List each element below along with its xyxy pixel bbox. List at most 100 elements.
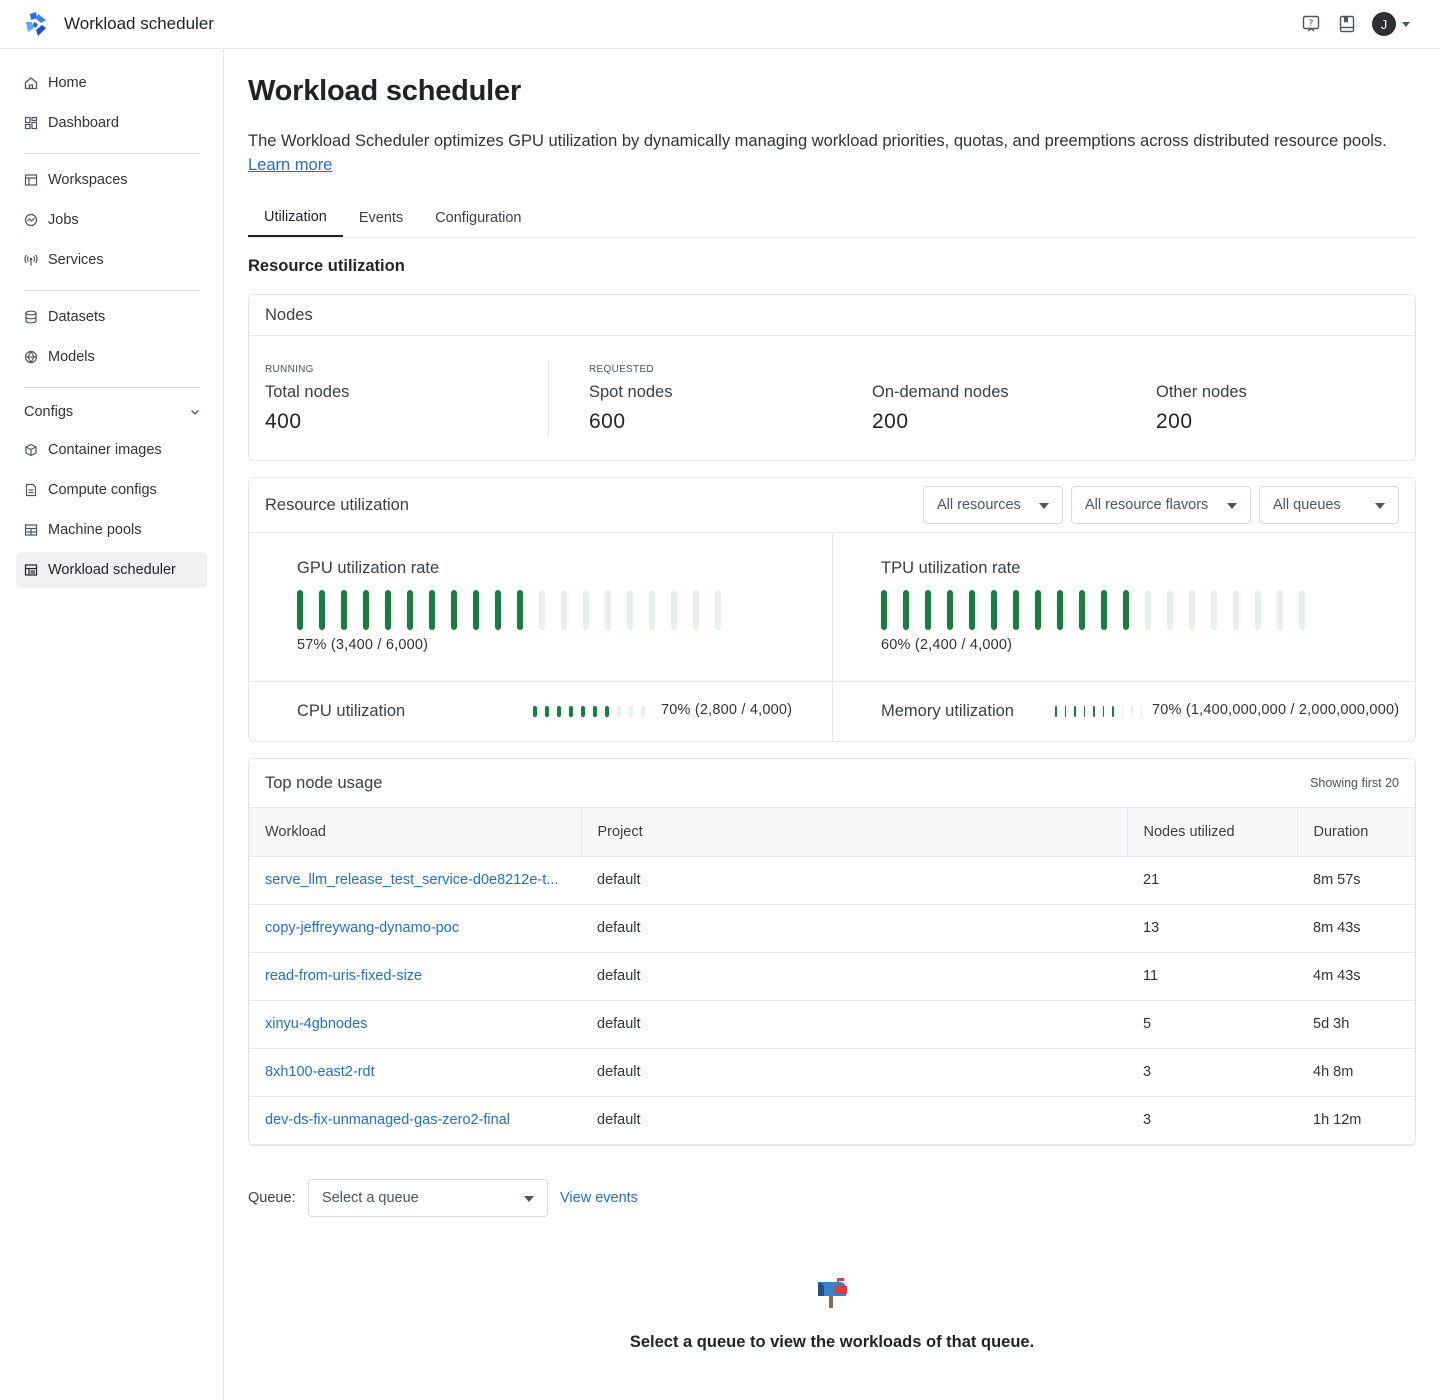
stat-value: 400	[265, 410, 302, 433]
duration-cell: 1h 12m	[1297, 1096, 1415, 1145]
duration-cell: 4m 43s	[1297, 952, 1415, 1001]
sidebar-group-configs[interactable]: Configs	[24, 400, 200, 424]
column-header-nodes-utilized[interactable]: Nodes utilized	[1127, 808, 1298, 857]
sidebar-item-workspaces[interactable]: Workspaces	[16, 162, 207, 198]
sidebar-item-dashboard[interactable]: Dashboard	[16, 105, 207, 141]
gpu-bar-segment	[605, 590, 611, 630]
table-row: serve_llm_release_test_service-d0e8212e-…	[249, 856, 1415, 905]
column-header-workload[interactable]: Workload	[249, 808, 582, 857]
tpu-bar-segment	[1035, 590, 1041, 630]
tpu-bar-segment	[1079, 590, 1085, 630]
page-title: Workload scheduler	[248, 75, 522, 107]
file-icon	[25, 483, 37, 497]
gpu-bar-segment	[429, 590, 435, 630]
memory-bar-segment	[1074, 706, 1076, 717]
gpu-bar-segment	[341, 590, 347, 630]
sidebar-divider	[24, 387, 200, 388]
tab-utilization[interactable]: Utilization	[248, 199, 343, 237]
cube-icon	[25, 443, 37, 457]
sidebar-item-home[interactable]: Home	[16, 65, 207, 101]
memory-bar-segment	[1121, 706, 1123, 717]
tpu-bar-segment	[1255, 590, 1261, 630]
cpu-utilization-bars	[533, 706, 645, 717]
resources-filter-select[interactable]: All resources	[923, 486, 1063, 524]
cpu-gauge-value: 70% (2,800 / 4,000)	[661, 702, 793, 718]
cpu-bar-segment	[617, 706, 621, 717]
sidebar-item-models[interactable]: Models	[16, 339, 207, 375]
utilization-divider	[832, 533, 833, 741]
gpu-bar-segment	[583, 590, 589, 630]
memory-gauge-title: Memory utilization	[881, 702, 1014, 720]
sidebar-group-label: Configs	[24, 404, 74, 420]
cpu-bar-segment	[641, 706, 645, 717]
caret-down-icon	[1375, 503, 1385, 509]
nodes-card: Nodes RUNNING Total nodes 400 REQUESTED …	[248, 294, 1416, 461]
duration-cell: 4h 8m	[1297, 1048, 1415, 1097]
sidebar-item-label: Home	[48, 75, 87, 91]
workload-link[interactable]: dev-ds-fix-unmanaged-gas-zero2-final	[249, 1096, 581, 1145]
sidebar-item-label: Compute configs	[48, 482, 157, 498]
workload-link[interactable]: serve_llm_release_test_service-d0e8212e-…	[249, 856, 581, 905]
tpu-bar-segment	[903, 590, 909, 630]
tab-configuration[interactable]: Configuration	[419, 199, 537, 237]
stat-value: 200	[872, 410, 909, 433]
resource-flavors-filter-select[interactable]: All resource flavors	[1071, 486, 1251, 524]
gpu-bar-segment	[627, 590, 633, 630]
memory-bar-segment	[1112, 706, 1114, 717]
cpu-bar-segment	[581, 706, 585, 717]
nodes-utilized-cell: 11	[1127, 952, 1297, 1001]
sidebar-item-compute-configs[interactable]: Compute configs	[16, 472, 207, 508]
help-icon[interactable]: ?	[1300, 13, 1322, 35]
user-menu[interactable]: J	[1372, 12, 1410, 36]
sidebar-item-label: Services	[48, 252, 104, 268]
top-node-usage-header: Top node usage Showing first 20	[249, 759, 1415, 808]
empty-state-text: Select a queue to view the workloads of …	[629, 1333, 1035, 1351]
gpu-bar-segment	[363, 590, 369, 630]
learn-more-link[interactable]: Learn more	[248, 156, 332, 174]
description-text: The Workload Scheduler optimizes GPU uti…	[248, 132, 1387, 150]
tab-events[interactable]: Events	[343, 199, 419, 237]
nodes-utilized-cell: 13	[1127, 904, 1297, 953]
queue-select[interactable]: Select a queue	[308, 1179, 548, 1217]
tpu-bar-segment	[1167, 590, 1173, 630]
tpu-gauge-title: TPU utilization rate	[881, 559, 1021, 577]
select-value: All resources	[937, 497, 1021, 513]
stat-divider	[548, 360, 549, 436]
workload-link[interactable]: copy-jeffreywang-dynamo-poc	[249, 904, 581, 953]
sidebar-item-services[interactable]: Services	[16, 242, 207, 278]
queue-selector-row: Queue: Select a queue View events	[248, 1179, 848, 1217]
sidebar-item-container-images[interactable]: Container images	[16, 432, 207, 468]
sidebar: Home Dashboard Workspaces Jobs Services …	[0, 49, 224, 1400]
tab-bar: Utilization Events Configuration	[248, 199, 1416, 238]
logo-icon[interactable]	[24, 12, 48, 36]
column-header-project[interactable]: Project	[581, 808, 1128, 857]
table-row: 8xh100-east2-rdt default 3 4h 8m	[249, 1048, 1415, 1097]
docs-icon[interactable]	[1336, 13, 1358, 35]
svg-text:?: ?	[1309, 19, 1314, 29]
showing-count: Showing first 20	[1310, 776, 1399, 790]
duration-cell: 8m 57s	[1297, 856, 1415, 905]
workload-link[interactable]: read-from-uris-fixed-size	[249, 952, 581, 1001]
caret-down-icon	[1039, 503, 1049, 509]
tpu-bar-segment	[1123, 590, 1129, 630]
top-node-usage-title: Top node usage	[265, 774, 383, 792]
models-icon	[24, 350, 38, 364]
sidebar-item-datasets[interactable]: Datasets	[16, 299, 207, 335]
workload-link[interactable]: xinyu-4gbnodes	[249, 1000, 581, 1049]
nodes-utilized-cell: 3	[1127, 1096, 1297, 1145]
sidebar-item-workload-scheduler[interactable]: Workload scheduler	[16, 552, 207, 588]
top-node-usage-table: Workload Project Nodes utilized Duration…	[249, 808, 1415, 1145]
project-cell: default	[581, 952, 1127, 1001]
sidebar-item-machine-pools[interactable]: Machine pools	[16, 512, 207, 548]
queues-filter-select[interactable]: All queues	[1259, 486, 1399, 524]
select-value: All queues	[1273, 497, 1341, 513]
sidebar-item-jobs[interactable]: Jobs	[16, 202, 207, 238]
view-events-link[interactable]: View events	[560, 1190, 638, 1206]
duration-cell: 8m 43s	[1297, 904, 1415, 953]
memory-bar-segment	[1064, 706, 1066, 717]
column-header-duration[interactable]: Duration	[1297, 808, 1415, 857]
workload-link[interactable]: 8xh100-east2-rdt	[249, 1048, 581, 1097]
tpu-bar-segment	[1277, 590, 1283, 630]
dashboard-icon	[24, 116, 38, 130]
tpu-bar-segment	[1233, 590, 1239, 630]
